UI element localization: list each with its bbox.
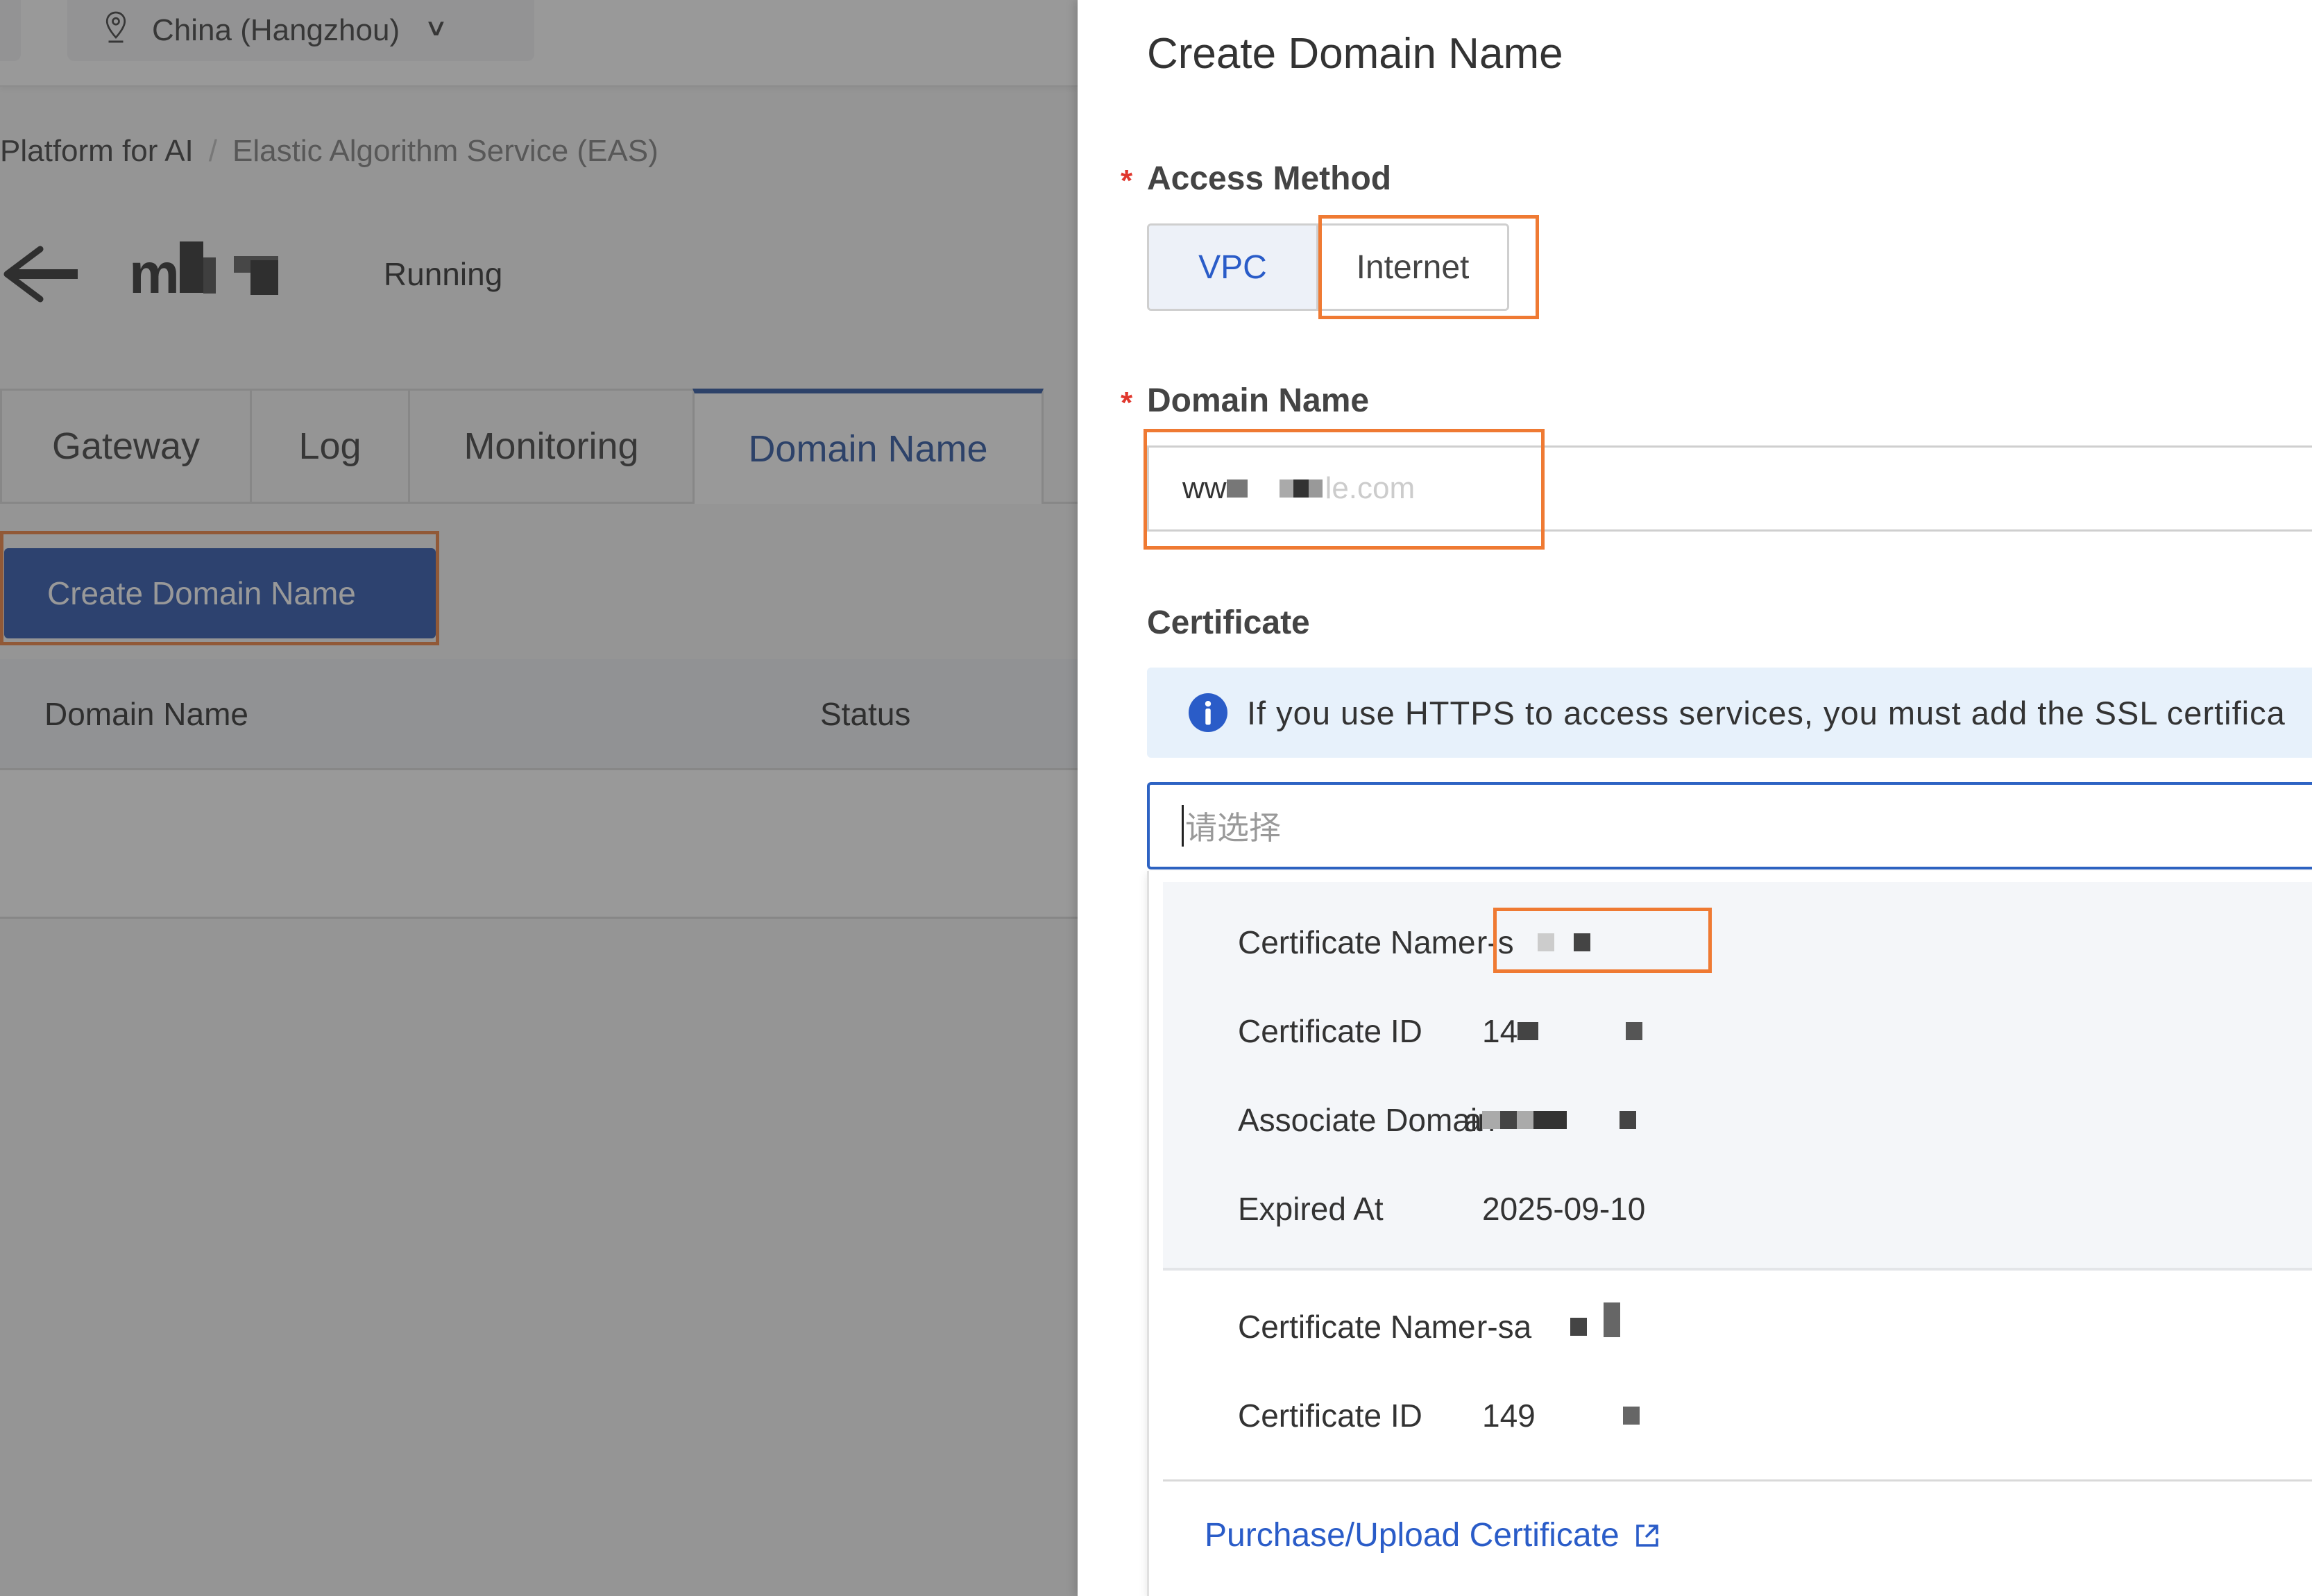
- redacted-block: [1604, 1302, 1621, 1337]
- purchase-link-text: Purchase/Upload Certificate: [1205, 1517, 1620, 1554]
- cert-name-value: r-sa: [1477, 1309, 1532, 1345]
- cert-name-key: Certificate Name: [1238, 924, 1476, 960]
- cert-name-row: Certificate Name r-sa: [1238, 1302, 1621, 1345]
- certificate-label: Certificate: [1147, 604, 1310, 641]
- certificate-select-placeholder: 请选择: [1185, 810, 1281, 846]
- cert-id-key: Certificate ID: [1238, 1013, 1422, 1049]
- cert-expiry-value: 2025-09-10: [1482, 1191, 1646, 1227]
- redacted-block: [1619, 1111, 1636, 1129]
- cert-id-value: 14: [1482, 1013, 1518, 1049]
- info-icon: [1189, 693, 1227, 732]
- https-info-alert: If you use HTTPS to access services, you…: [1147, 668, 2312, 758]
- access-method-option-vpc[interactable]: VPC: [1149, 226, 1318, 309]
- redacted-block: [1499, 1111, 1517, 1129]
- cert-id-key: Certificate ID: [1238, 1398, 1422, 1434]
- text-cursor: [1182, 805, 1184, 847]
- cert-expiry-row: Expired At 2025-09-10: [1238, 1190, 1645, 1228]
- cert-expiry-key: Expired At: [1238, 1191, 1384, 1227]
- required-mark: *: [1121, 164, 1133, 198]
- cert-name-key: Certificate Name: [1238, 1309, 1476, 1345]
- purchase-upload-certificate-link[interactable]: Purchase/Upload Certificate: [1205, 1516, 1661, 1554]
- drawer-title: Create Domain Name: [1147, 30, 1563, 78]
- redacted-block: [1570, 1318, 1588, 1336]
- cert-domain-row: Associate Domain a: [1238, 1101, 1636, 1139]
- highlight-domain-input: [1144, 429, 1545, 550]
- certificate-dropdown: Certificate Name r-s Certificate ID 14 A…: [1147, 871, 2312, 1596]
- highlight-certificate-name: [1493, 908, 1712, 973]
- redacted-block: [1533, 1111, 1567, 1129]
- required-mark: *: [1121, 386, 1133, 420]
- redacted-block: [1622, 1407, 1640, 1425]
- alert-text: If you use HTTPS to access services, you…: [1247, 694, 2286, 731]
- redacted-block: [1516, 1111, 1533, 1129]
- redacted-block: [1518, 1022, 1539, 1040]
- highlight-internet-option: [1318, 215, 1539, 319]
- redacted-block: [1626, 1022, 1643, 1040]
- cert-id-row: Certificate ID 149: [1238, 1397, 1640, 1434]
- modal-overlay[interactable]: [0, 0, 1078, 1596]
- cert-domain-key: Associate Domain: [1238, 1102, 1495, 1138]
- cert-id-row: Certificate ID 14: [1238, 1012, 1643, 1050]
- certificate-option[interactable]: Certificate Name r-s Certificate ID 14 A…: [1163, 882, 2312, 1271]
- domain-name-label: Domain Name: [1147, 382, 1370, 419]
- create-domain-drawer: Create Domain Name * Access Method VPC I…: [1078, 0, 2312, 1596]
- certificate-select[interactable]: 请选择: [1147, 782, 2312, 869]
- external-link-icon: [1635, 1524, 1658, 1547]
- certificate-option[interactable]: Certificate Name r-sa Certificate ID 149: [1163, 1273, 2312, 1482]
- cert-id-value: 149: [1482, 1398, 1536, 1434]
- cert-domain-value: a: [1464, 1102, 1482, 1138]
- access-method-label: Access Method: [1147, 160, 1392, 197]
- redacted-block: [1481, 1111, 1500, 1129]
